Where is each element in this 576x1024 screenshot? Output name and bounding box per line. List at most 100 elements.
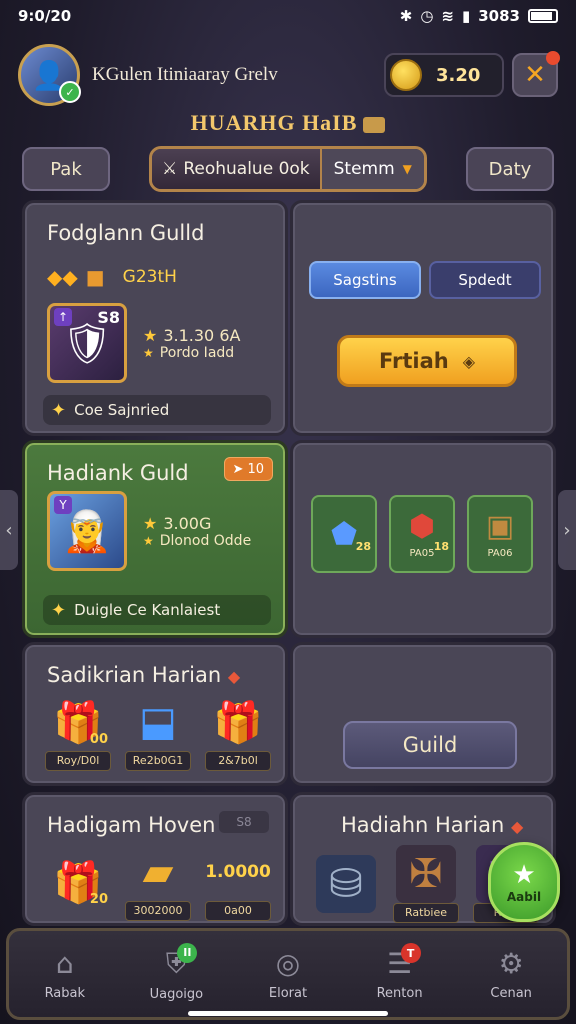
online-badge-icon: ✓ <box>59 81 81 103</box>
nav-item-tasks[interactable]: ☰ T Renton <box>355 943 445 1001</box>
fab-button[interactable]: ★ Aabil <box>488 842 560 922</box>
guild-status: ✦ Duigle Ce Kanlaiest <box>43 595 271 625</box>
player-name: KGulen Itiniaaray Grelv <box>92 64 278 85</box>
home-icon: ⌂ <box>55 947 74 980</box>
wifi-icon: ≋ <box>441 7 454 25</box>
reward-item[interactable]: 1.0000 0a00 <box>205 843 271 921</box>
rewards-panel-2: Hadigam Hoven S8 🎁 20 ▰ 3002000 1.0000 0a… <box>22 792 288 926</box>
guild-button-panel: Guild <box>290 642 556 786</box>
crystal-box-icon: ⬓ <box>139 699 177 745</box>
leader-level: S8 <box>97 308 120 327</box>
close-icon: ✕ <box>524 60 546 90</box>
leader-portrait[interactable]: ↑ S8 🛡 <box>47 303 127 383</box>
leader-stats: ★ 3.1.30 6A ★ Pordo Iadd <box>143 326 240 361</box>
reward-item[interactable]: 🎁 00 Roy/D0l <box>45 693 111 771</box>
rewards-row: 🎁 00 Roy/D0l ⬓ Re2b0G1 🎁 2&7b0l <box>45 693 271 771</box>
guild-status: ✦ Coe Sajnried <box>43 395 271 425</box>
gold-coin-icon <box>390 59 422 91</box>
tab-right[interactable]: Daty <box>465 147 554 191</box>
tab-selector[interactable]: ⚔ Reohualue 0ok Stemm ▼ <box>149 146 427 192</box>
star-icon: ★ <box>143 325 158 345</box>
star-icon: ★ <box>143 345 154 360</box>
speed-button[interactable]: Spdedt <box>429 261 541 299</box>
item-card[interactable]: ▣ PA06 <box>467 495 533 573</box>
barrel-icon: ⛁ <box>316 855 376 913</box>
nav-item-guild[interactable]: ⛨ II Uagoigo <box>131 942 221 1002</box>
item-card[interactable]: ⬟ 28 <box>311 495 377 573</box>
items-panel: ⬟ 28 ⬢ 18 PA05 ▣ PA06 <box>290 440 556 638</box>
guild-button[interactable]: Guild <box>343 721 517 769</box>
purple-gift-icon: 🎁 <box>213 699 263 746</box>
guild-panel-2[interactable]: Hadiank Guld ➤ 10 Y 🧝 ★ 3.00G ★ Dlonod Odd… <box>22 440 288 638</box>
target-icon: ◎ <box>275 947 301 980</box>
scroll-right-arrow-icon[interactable]: › <box>558 490 576 570</box>
reward-item[interactable]: ⛁ <box>313 855 379 913</box>
nav-item-home[interactable]: ⌂ Rabak <box>20 947 110 1001</box>
tab-left[interactable]: Pak <box>22 147 110 191</box>
status-bar: 9:0/20 ✱ ◷ ≋ ▮ 3083 <box>0 0 576 32</box>
star-icon: ★ <box>143 513 158 533</box>
guild-badge: ➤ 10 <box>223 457 273 481</box>
crystal-icon: ◈ <box>462 351 476 371</box>
guild-leader-row: ↑ S8 🛡 ★ 3.1.30 6A ★ Pordo Iadd <box>47 303 240 383</box>
arrow-icon: ➤ <box>232 461 244 477</box>
gift-box-icon: 🎁 00 <box>53 699 108 748</box>
reward-item[interactable]: ⬓ Re2b0G1 <box>125 693 191 771</box>
tab-row: Pak ⚔ Reohualue 0ok Stemm ▼ Daty <box>22 146 554 192</box>
reward-item[interactable]: ▰ 3002000 <box>125 843 191 921</box>
currency-value: 3.20 <box>436 64 481 86</box>
guild-panel-1[interactable]: Fodglann Gulld ◆◆ ■ G23tH ↑ S8 🛡 ★ 3.1.30… <box>22 200 288 436</box>
guild-leader-row: Y 🧝 ★ 3.00G ★ Dlonod Odde <box>47 491 251 571</box>
leader-stat-2: Pordo Iadd <box>159 344 235 361</box>
battery-text: 3083 <box>478 7 520 25</box>
guild-name: Fodglann Gulld <box>47 221 205 245</box>
chest-icon <box>363 116 386 133</box>
rewards-title: Hadigam Hoven <box>47 813 216 837</box>
page-title: HUARHG HaIB <box>0 110 576 136</box>
close-button[interactable]: ✕ <box>512 51 560 97</box>
bottom-nav: ⌂ Rabak ⛨ II Uagoigo ◎ Elorat ☰ T Renton… <box>6 928 570 1020</box>
sword-icon: ⚔ <box>162 159 178 179</box>
nav-badge: II <box>177 942 198 963</box>
leader-stat-2: Dlonod Odde <box>159 532 252 549</box>
guild-rank: G23tH <box>122 267 177 287</box>
shield-item-icon: ⬢ <box>408 509 436 544</box>
reward-item[interactable]: ✠ Ratbiee <box>393 845 459 923</box>
leader-stat-1: 3.1.30 6A <box>163 325 241 345</box>
items-row: ⬟ 28 ⬢ 18 PA05 ▣ PA06 <box>311 495 533 573</box>
nav-item-settings[interactable]: ⚙ Cenan <box>466 947 556 1001</box>
tab-selected[interactable]: ⚔ Reohualue 0ok <box>152 149 320 189</box>
item-card[interactable]: ⬢ 18 PA05 <box>389 495 455 573</box>
leader-stats: ★ 3.00G ★ Dlonod Odde <box>143 514 251 549</box>
gold-bar-icon: ▰ <box>142 849 174 895</box>
reward-item[interactable]: 🎁 2&7b0l <box>205 693 271 771</box>
chest-icon: ▣ <box>485 509 515 544</box>
settings-button[interactable]: Sagstins <box>309 261 421 299</box>
rewards-title: Hadiahn Harian ◆ <box>341 813 524 837</box>
battery-icon <box>528 9 558 23</box>
status-icons: ✱ ◷ ≋ ▮ 3083 <box>400 7 558 25</box>
reward-value: 1.0000 <box>205 862 271 882</box>
top-bar: 👤 ✓ KGulen Itiniaaray Grelv 3.20 ✕ <box>18 40 560 110</box>
star-icon: ★ <box>512 860 536 890</box>
leader-portrait[interactable]: Y 🧝 <box>47 491 127 571</box>
gift-box-icon: 🎁 20 <box>53 859 108 908</box>
ruby-icon: ◆ <box>510 817 524 836</box>
guild-rank-row: ◆◆ ■ G23tH <box>47 265 177 289</box>
cube-icon: ■ <box>85 265 105 289</box>
star-icon: ★ <box>143 533 154 548</box>
rank-tag-icon: Y <box>54 496 72 514</box>
nav-badge: T <box>400 943 421 963</box>
filter-dropdown[interactable]: Stemm ▼ <box>319 149 424 189</box>
currency-display[interactable]: 3.20 <box>384 53 504 97</box>
hero-icon: 🧝 <box>62 508 112 555</box>
nav-item-explore[interactable]: ◎ Elorat <box>243 947 333 1001</box>
home-indicator[interactable] <box>188 1011 388 1016</box>
reward-item[interactable]: 🎁 20 <box>45 853 111 911</box>
potion-icon: ⬟ <box>330 516 358 552</box>
scroll-left-arrow-icon[interactable]: ‹ <box>0 490 18 570</box>
signal-icon: ▮ <box>461 7 471 25</box>
finish-button[interactable]: Frtiah ◈ <box>337 335 517 387</box>
avatar[interactable]: 👤 ✓ <box>18 44 81 106</box>
guild-actions-panel: Sagstins Spdedt Frtiah ◈ <box>290 200 556 436</box>
